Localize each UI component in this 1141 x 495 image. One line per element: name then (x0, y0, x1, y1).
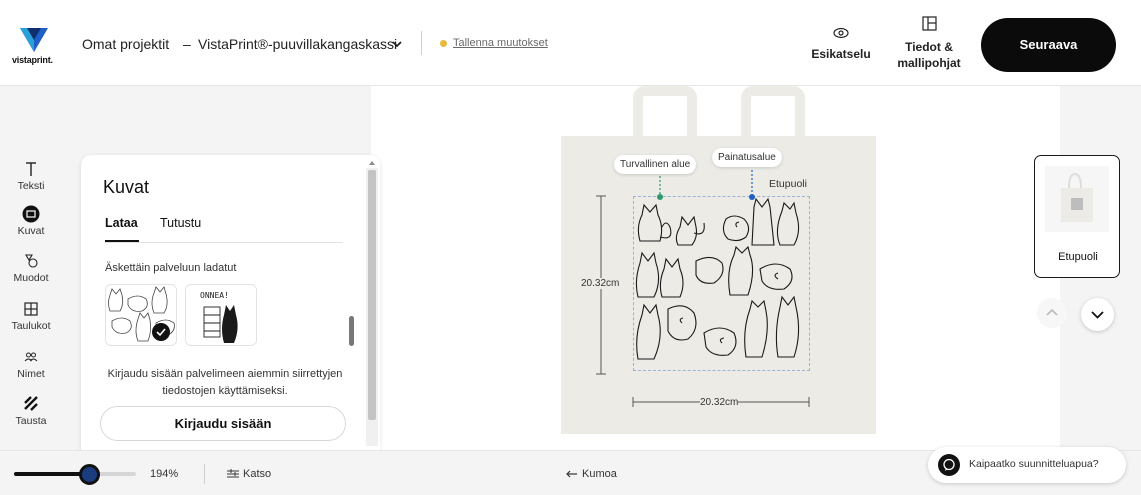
height-dimension: 20.32cm (581, 278, 620, 289)
rail-label: Tausta (15, 415, 47, 427)
tab-upload[interactable]: Lataa (105, 216, 138, 230)
undo-arrow-icon (566, 470, 577, 478)
chevron-down-icon (1091, 311, 1104, 319)
next-button[interactable]: Seuraava (981, 18, 1116, 72)
print-area[interactable] (633, 196, 810, 371)
rail-label: Nimet (17, 368, 45, 380)
tab-divider (105, 242, 343, 243)
active-tab-indicator (105, 240, 139, 242)
view-label: Katso (243, 468, 272, 480)
undo-button[interactable]: Kumoa (566, 468, 617, 480)
vistaprint-logo[interactable]: vistaprint. (12, 28, 56, 68)
undo-label: Kumoa (582, 468, 617, 480)
preview-button[interactable]: Esikatselu (810, 24, 872, 68)
help-label: Kaipaatko suunnitteluapua? (969, 458, 1099, 470)
unsaved-indicator (440, 40, 447, 47)
text-icon (26, 162, 36, 176)
selected-check-icon (152, 323, 170, 341)
toolbar-divider (204, 464, 205, 484)
cat-pattern-image[interactable] (634, 197, 809, 370)
side-card-label: Etupuoli (1058, 251, 1098, 263)
details-templates-button[interactable]: Tiedot & mallipohjat (893, 12, 965, 76)
safe-area-label: Turvallinen alue (614, 155, 697, 174)
eye-icon (833, 27, 849, 39)
layout-icon (922, 16, 937, 31)
panel-scroll-thumb[interactable] (349, 316, 354, 346)
login-prompt: Kirjaudu sisään palvelimeen aiemmin siir… (107, 368, 343, 397)
table-icon (24, 302, 38, 316)
top-bar: vistaprint. Omat projektit – VistaPrint®… (0, 0, 1141, 86)
rail-label: Kuvat (17, 225, 45, 237)
shapes-icon (25, 254, 38, 268)
print-area-label: Painatusalue (712, 148, 782, 167)
width-dimension: 20.32cm (700, 397, 739, 408)
rail-item-shapes[interactable]: Muodot (0, 252, 62, 284)
panel-scrollbar[interactable] (368, 170, 376, 420)
image-icon (22, 205, 40, 223)
side-card-front[interactable]: Etupuoli (1034, 155, 1120, 278)
tab-explore[interactable]: Tutustu (160, 216, 201, 230)
product-name[interactable]: VistaPrint®-puuvillakangaskassi (198, 36, 397, 52)
background-icon (24, 396, 38, 411)
chevron-down-icon[interactable] (391, 38, 403, 50)
congrats-cat-thumbnail: ONNEA! (200, 291, 238, 343)
zoom-value: 194% (150, 468, 179, 480)
zoom-slider-handle[interactable] (79, 464, 101, 485)
view-settings-icon (227, 469, 239, 478)
view-button[interactable]: Katso (227, 468, 271, 480)
people-icon (24, 352, 38, 362)
tote-bag-thumbnail (1061, 172, 1093, 222)
side-thumbnail (1045, 166, 1109, 232)
scroll-up-arrow-icon[interactable] (368, 160, 376, 166)
images-panel: Kuvat Lataa Tutustu Äskettäin palveluun … (81, 155, 380, 450)
canvas-side-label: Etupuoli (769, 178, 807, 190)
previous-side-button[interactable] (1037, 298, 1067, 328)
rail-label: Taulukot (11, 320, 51, 332)
preview-label: Esikatselu (811, 47, 871, 61)
design-help-button[interactable]: Kaipaatko suunnitteluapua? (928, 447, 1126, 483)
details-label-line1: Tiedot & (905, 40, 953, 54)
login-button[interactable]: Kirjaudu sisään (100, 406, 346, 441)
chat-bubble-icon (938, 454, 960, 476)
safe-area-guide (657, 176, 663, 200)
details-label-line2: mallipohjat (897, 56, 961, 70)
chevron-up-icon (1046, 308, 1058, 316)
uploaded-image-thumbnail[interactable]: ONNEA! (185, 284, 257, 346)
logo-mark-icon (20, 28, 48, 52)
rail-item-text[interactable]: Teksti (0, 160, 62, 192)
rail-item-background[interactable]: Tausta (0, 395, 62, 427)
save-changes-link[interactable]: Tallenna muutokset (453, 37, 548, 49)
details-label: Tiedot & mallipohjat (893, 39, 965, 71)
logo-text: vistaprint. (12, 55, 53, 65)
design-canvas[interactable]: Turvallinen alue Painatusalue Etupuoli 2… (371, 86, 1060, 450)
rail-label: Muodot (13, 272, 49, 284)
rail-item-images[interactable]: Kuvat (0, 205, 62, 237)
print-area-guide (749, 170, 755, 200)
rail-item-names[interactable]: Nimet (0, 348, 62, 380)
thumbnail-text: ONNEA! (200, 291, 229, 300)
recent-uploads-label: Äskettäin palveluun ladatut (105, 262, 237, 274)
next-side-button[interactable] (1081, 298, 1114, 331)
rail-item-tables[interactable]: Taulukot (0, 300, 62, 332)
my-projects-link[interactable]: Omat projektit (82, 36, 169, 52)
uploaded-image-thumbnail[interactable] (105, 284, 177, 346)
rail-label: Teksti (17, 180, 45, 192)
panel-title: Kuvat (103, 177, 150, 197)
header-divider (421, 31, 422, 55)
breadcrumb-separator: – (183, 36, 191, 52)
